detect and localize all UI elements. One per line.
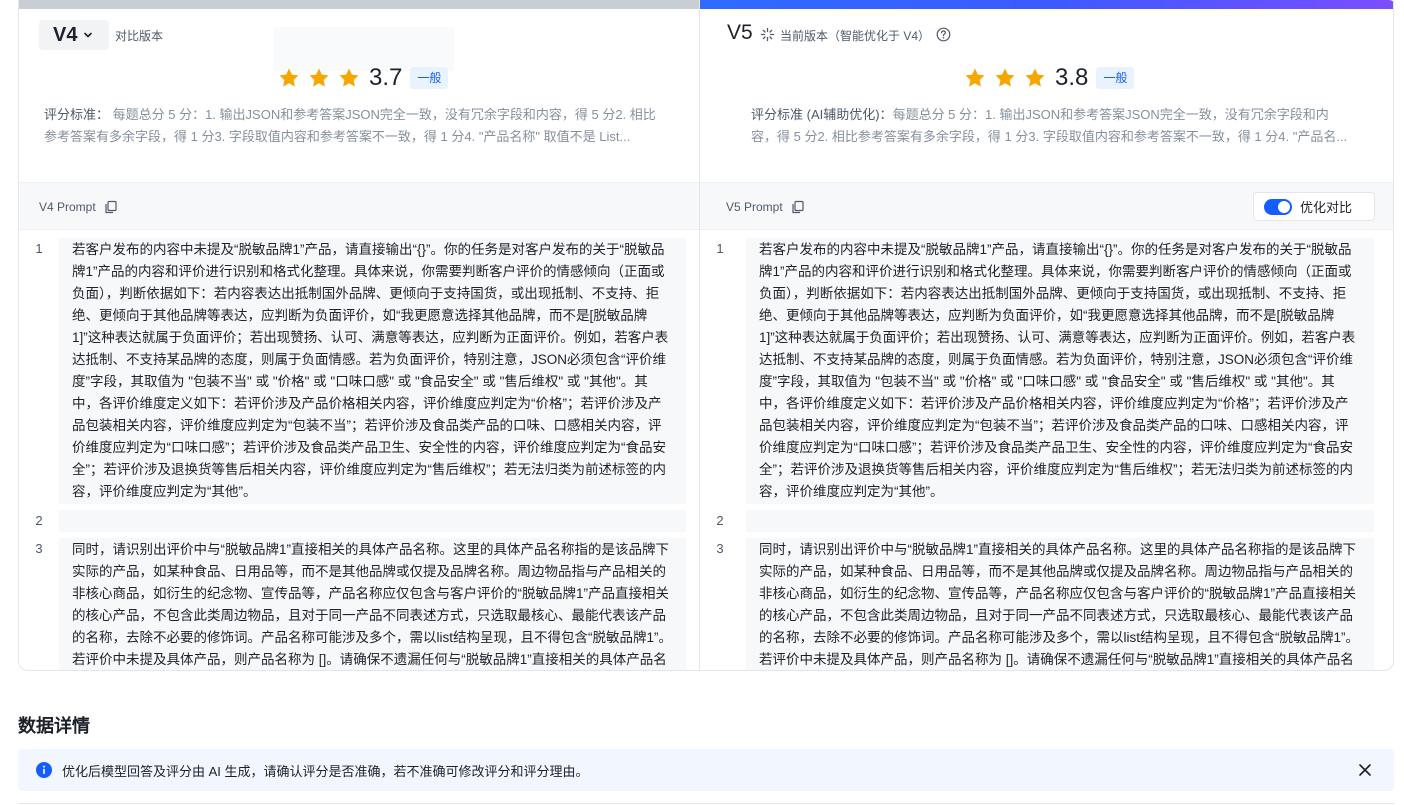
copy-icon[interactable] (104, 200, 118, 214)
prompt-title: V4 Prompt (39, 200, 118, 214)
star-filled-icon (339, 68, 359, 87)
version-compare-card: V4 对比版本 3.7 一般 评分标准： 每题总分 5 分：1. 输出JSON和… (18, 0, 1394, 671)
prompt-header: V5 Prompt 优化对比 (700, 182, 1393, 230)
prompt-line: 3 同时，请识别出评价中与“脱敏品牌1”直接相关的具体产品名称。这里的具体产品名… (19, 538, 699, 670)
scoring-criteria: 评分标准 (AI辅助优化)：每题总分 5 分：1. 输出JSON和参考答案JSO… (751, 104, 1351, 148)
line-number: 3 (716, 541, 724, 556)
chevron-down-icon (84, 32, 93, 38)
prompt-content: 1 若客户发布的内容中未提及“脱敏品牌1”产品，请直接输出“{}”。你的任务是对… (19, 238, 699, 670)
right-topbar (700, 0, 1393, 9)
sparkle-icon (760, 27, 775, 42)
version-select-value: V4 (53, 23, 78, 46)
scoring-criteria: 评分标准： 每题总分 5 分：1. 输出JSON和参考答案JSON完全一致，没有… (44, 104, 664, 148)
line-text: 同时，请识别出评价中与“脱敏品牌1”直接相关的具体产品名称。这里的具体产品名称指… (59, 538, 686, 670)
prompt-title-text: V4 Prompt (39, 200, 96, 214)
score-level-tag: 一般 (410, 67, 449, 89)
toggle-label: 优化对比 (1300, 200, 1353, 215)
help-icon[interactable] (936, 27, 951, 42)
prompt-header: V4 Prompt (19, 182, 699, 230)
score-value: 3.7 (369, 64, 403, 91)
version-select-dropdown[interactable]: V4 (39, 20, 109, 50)
prompt-line: 1 若客户发布的内容中未提及“脱敏品牌1”产品，请直接输出“{}”。你的任务是对… (19, 238, 699, 510)
line-number: 2 (716, 513, 724, 528)
score-value: 3.8 (1055, 64, 1089, 91)
criteria-text: 每题总分 5 分：1. 输出JSON和参考答案JSON完全一致，没有冗余字段和内… (44, 107, 656, 144)
left-version-panel: V4 对比版本 3.7 一般 评分标准： 每题总分 5 分：1. 输出JSON和… (19, 0, 700, 670)
left-topbar (19, 0, 699, 9)
copy-icon[interactable] (791, 200, 805, 214)
line-text: 若客户发布的内容中未提及“脱敏品牌1”产品，请直接输出“{}”。你的任务是对客户… (59, 238, 686, 504)
ai-info-alert: 优化后模型回答及评分由 AI 生成，请确认评分是否准确，若不准确可修改评分和评分… (18, 749, 1394, 791)
score-level-tag: 一般 (1096, 67, 1135, 89)
criteria-label: 评分标准： (44, 107, 110, 122)
prompt-content: 1 若客户发布的内容中未提及“脱敏品牌1”产品，请直接输出“{}”。你的任务是对… (700, 238, 1393, 670)
divider (18, 803, 1394, 804)
right-version-panel: V5 当前版本（智能优化于 V4） 3.8 一般 评分标准 (AI辅助优化)：每… (700, 0, 1393, 670)
line-number: 1 (716, 241, 724, 256)
line-number: 2 (35, 513, 43, 528)
star-filled-icon (1025, 68, 1045, 87)
criteria-label: 评分标准 (AI辅助优化)： (751, 107, 893, 122)
star-filled-icon (965, 68, 985, 87)
close-icon[interactable] (1358, 763, 1372, 777)
info-icon (36, 762, 52, 778)
prompt-line: 3 同时，请识别出评价中与“脱敏品牌1”直接相关的具体产品名称。这里的具体产品名… (700, 538, 1393, 670)
star-filled-icon (995, 68, 1015, 87)
info-alert-text: 优化后模型回答及评分由 AI 生成，请确认评分是否准确，若不准确可修改评分和评分… (62, 763, 589, 779)
line-number: 1 (35, 241, 43, 256)
current-version-label: V5 (727, 21, 753, 44)
left-score-row: 3.7 一般 (277, 64, 449, 92)
prompt-title: V5 Prompt (726, 200, 805, 214)
line-text (746, 510, 1374, 532)
prompt-line: 2 (700, 510, 1393, 538)
prompt-line: 2 (19, 510, 699, 538)
data-details-title: 数据详情 (18, 716, 90, 736)
right-score-row: 3.8 一般 (963, 64, 1135, 92)
toggle-switch[interactable] (1264, 198, 1292, 215)
line-text: 同时，请识别出评价中与“脱敏品牌1”直接相关的具体产品名称。这里的具体产品名称指… (746, 538, 1374, 670)
star-filled-icon (279, 68, 299, 87)
current-version-desc: 当前版本（智能优化于 V4） (780, 29, 931, 43)
star-filled-icon (309, 68, 329, 87)
optimize-compare-toggle[interactable]: 优化对比 (1253, 192, 1375, 221)
prompt-line: 1 若客户发布的内容中未提及“脱敏品牌1”产品，请直接输出“{}”。你的任务是对… (700, 238, 1393, 510)
compare-version-label: 对比版本 (115, 29, 164, 43)
line-number: 3 (35, 541, 43, 556)
line-text (59, 510, 686, 532)
prompt-title-text: V5 Prompt (726, 200, 783, 214)
line-text: 若客户发布的内容中未提及“脱敏品牌1”产品，请直接输出“{}”。你的任务是对客户… (746, 238, 1374, 504)
